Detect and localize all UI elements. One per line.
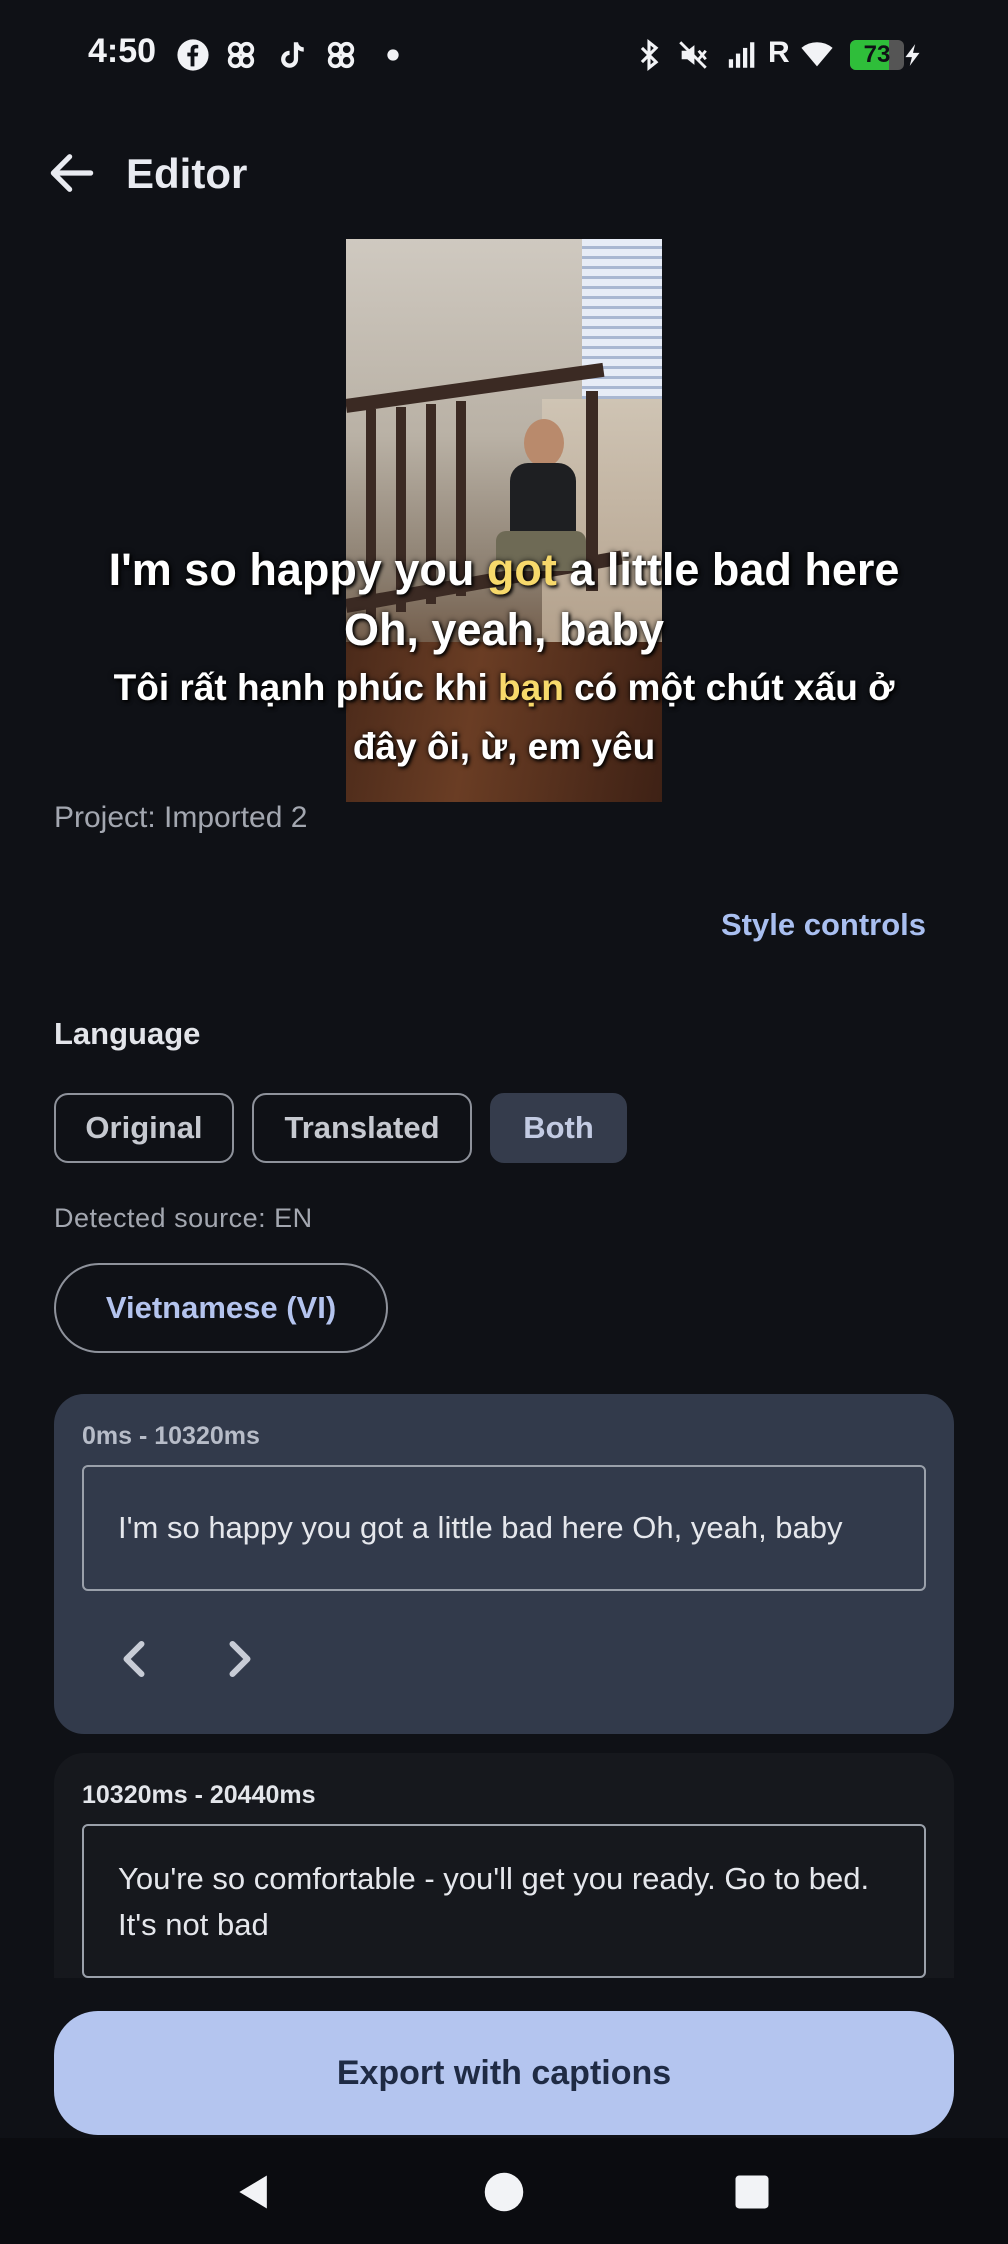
- facebook-icon: [177, 39, 209, 71]
- back-button[interactable]: [44, 145, 100, 201]
- bluetooth-icon: [640, 39, 659, 71]
- caption-vi-line2: đây ôi, ừ, em yêu: [352, 726, 656, 767]
- pinwheel-icon: [227, 41, 255, 69]
- previous-segment-button[interactable]: [104, 1629, 164, 1689]
- battery-icon: 73: [850, 40, 904, 70]
- next-segment-button[interactable]: [210, 1629, 270, 1689]
- charging-icon: [905, 44, 920, 66]
- status-time: 4:50: [88, 32, 157, 70]
- caption-en-line2: Oh, yeah, baby: [343, 604, 665, 655]
- wifi-icon: [801, 42, 833, 67]
- dot-icon: [387, 49, 399, 61]
- pinwheel-icon: [327, 41, 355, 69]
- segment-card[interactable]: 10320ms - 20440ms You're so comfortable …: [54, 1753, 954, 1978]
- nav-back-icon[interactable]: [232, 2170, 276, 2214]
- segment-time: 10320ms - 20440ms: [82, 1781, 316, 1809]
- caption-en-pre: I'm so happy you: [108, 544, 487, 595]
- caption-original: I'm so happy you got a little bad here O…: [0, 540, 1008, 660]
- style-controls-button[interactable]: Style controls: [721, 907, 926, 943]
- detected-source: Detected source: EN: [54, 1203, 313, 1233]
- caption-translated: Tôi rất hạnh phúc khi bạn có một chút xấ…: [0, 658, 1008, 776]
- segment-time: 0ms - 10320ms: [82, 1422, 260, 1450]
- chip-both[interactable]: Both: [490, 1093, 627, 1163]
- segment-text-field[interactable]: You're so comfortable - you'll get you r…: [82, 1824, 926, 1978]
- chip-translated[interactable]: Translated: [252, 1093, 472, 1163]
- page-title: Editor: [126, 150, 248, 197]
- chip-original[interactable]: Original: [54, 1093, 234, 1163]
- signal-roaming-label: R: [768, 36, 790, 69]
- nav-home-icon[interactable]: [482, 2170, 526, 2214]
- mute-icon: [679, 41, 707, 69]
- caption-en-post: a little bad here: [556, 544, 900, 595]
- caption-vi-post: có một chút xấu ở: [563, 667, 895, 708]
- language-label: Language: [54, 1016, 201, 1051]
- export-button[interactable]: Export with captions: [54, 2011, 954, 2135]
- target-language-button[interactable]: Vietnamese (VI): [54, 1263, 388, 1353]
- tiktok-icon: [281, 42, 304, 68]
- list-fade: [0, 1978, 1008, 2008]
- caption-vi-highlight: bạn: [498, 667, 564, 708]
- segment-card[interactable]: 0ms - 10320ms I'm so happy you got a lit…: [54, 1394, 954, 1734]
- signal-icon: [728, 42, 755, 68]
- caption-en-highlight: got: [486, 544, 557, 595]
- project-name: Project: Imported 2: [54, 801, 308, 834]
- battery-level: 73: [863, 41, 891, 68]
- caption-vi-pre: Tôi rất hạnh phúc khi: [113, 667, 499, 708]
- segment-text-field[interactable]: I'm so happy you got a little bad here O…: [82, 1465, 926, 1591]
- nav-recents-icon[interactable]: [730, 2170, 774, 2214]
